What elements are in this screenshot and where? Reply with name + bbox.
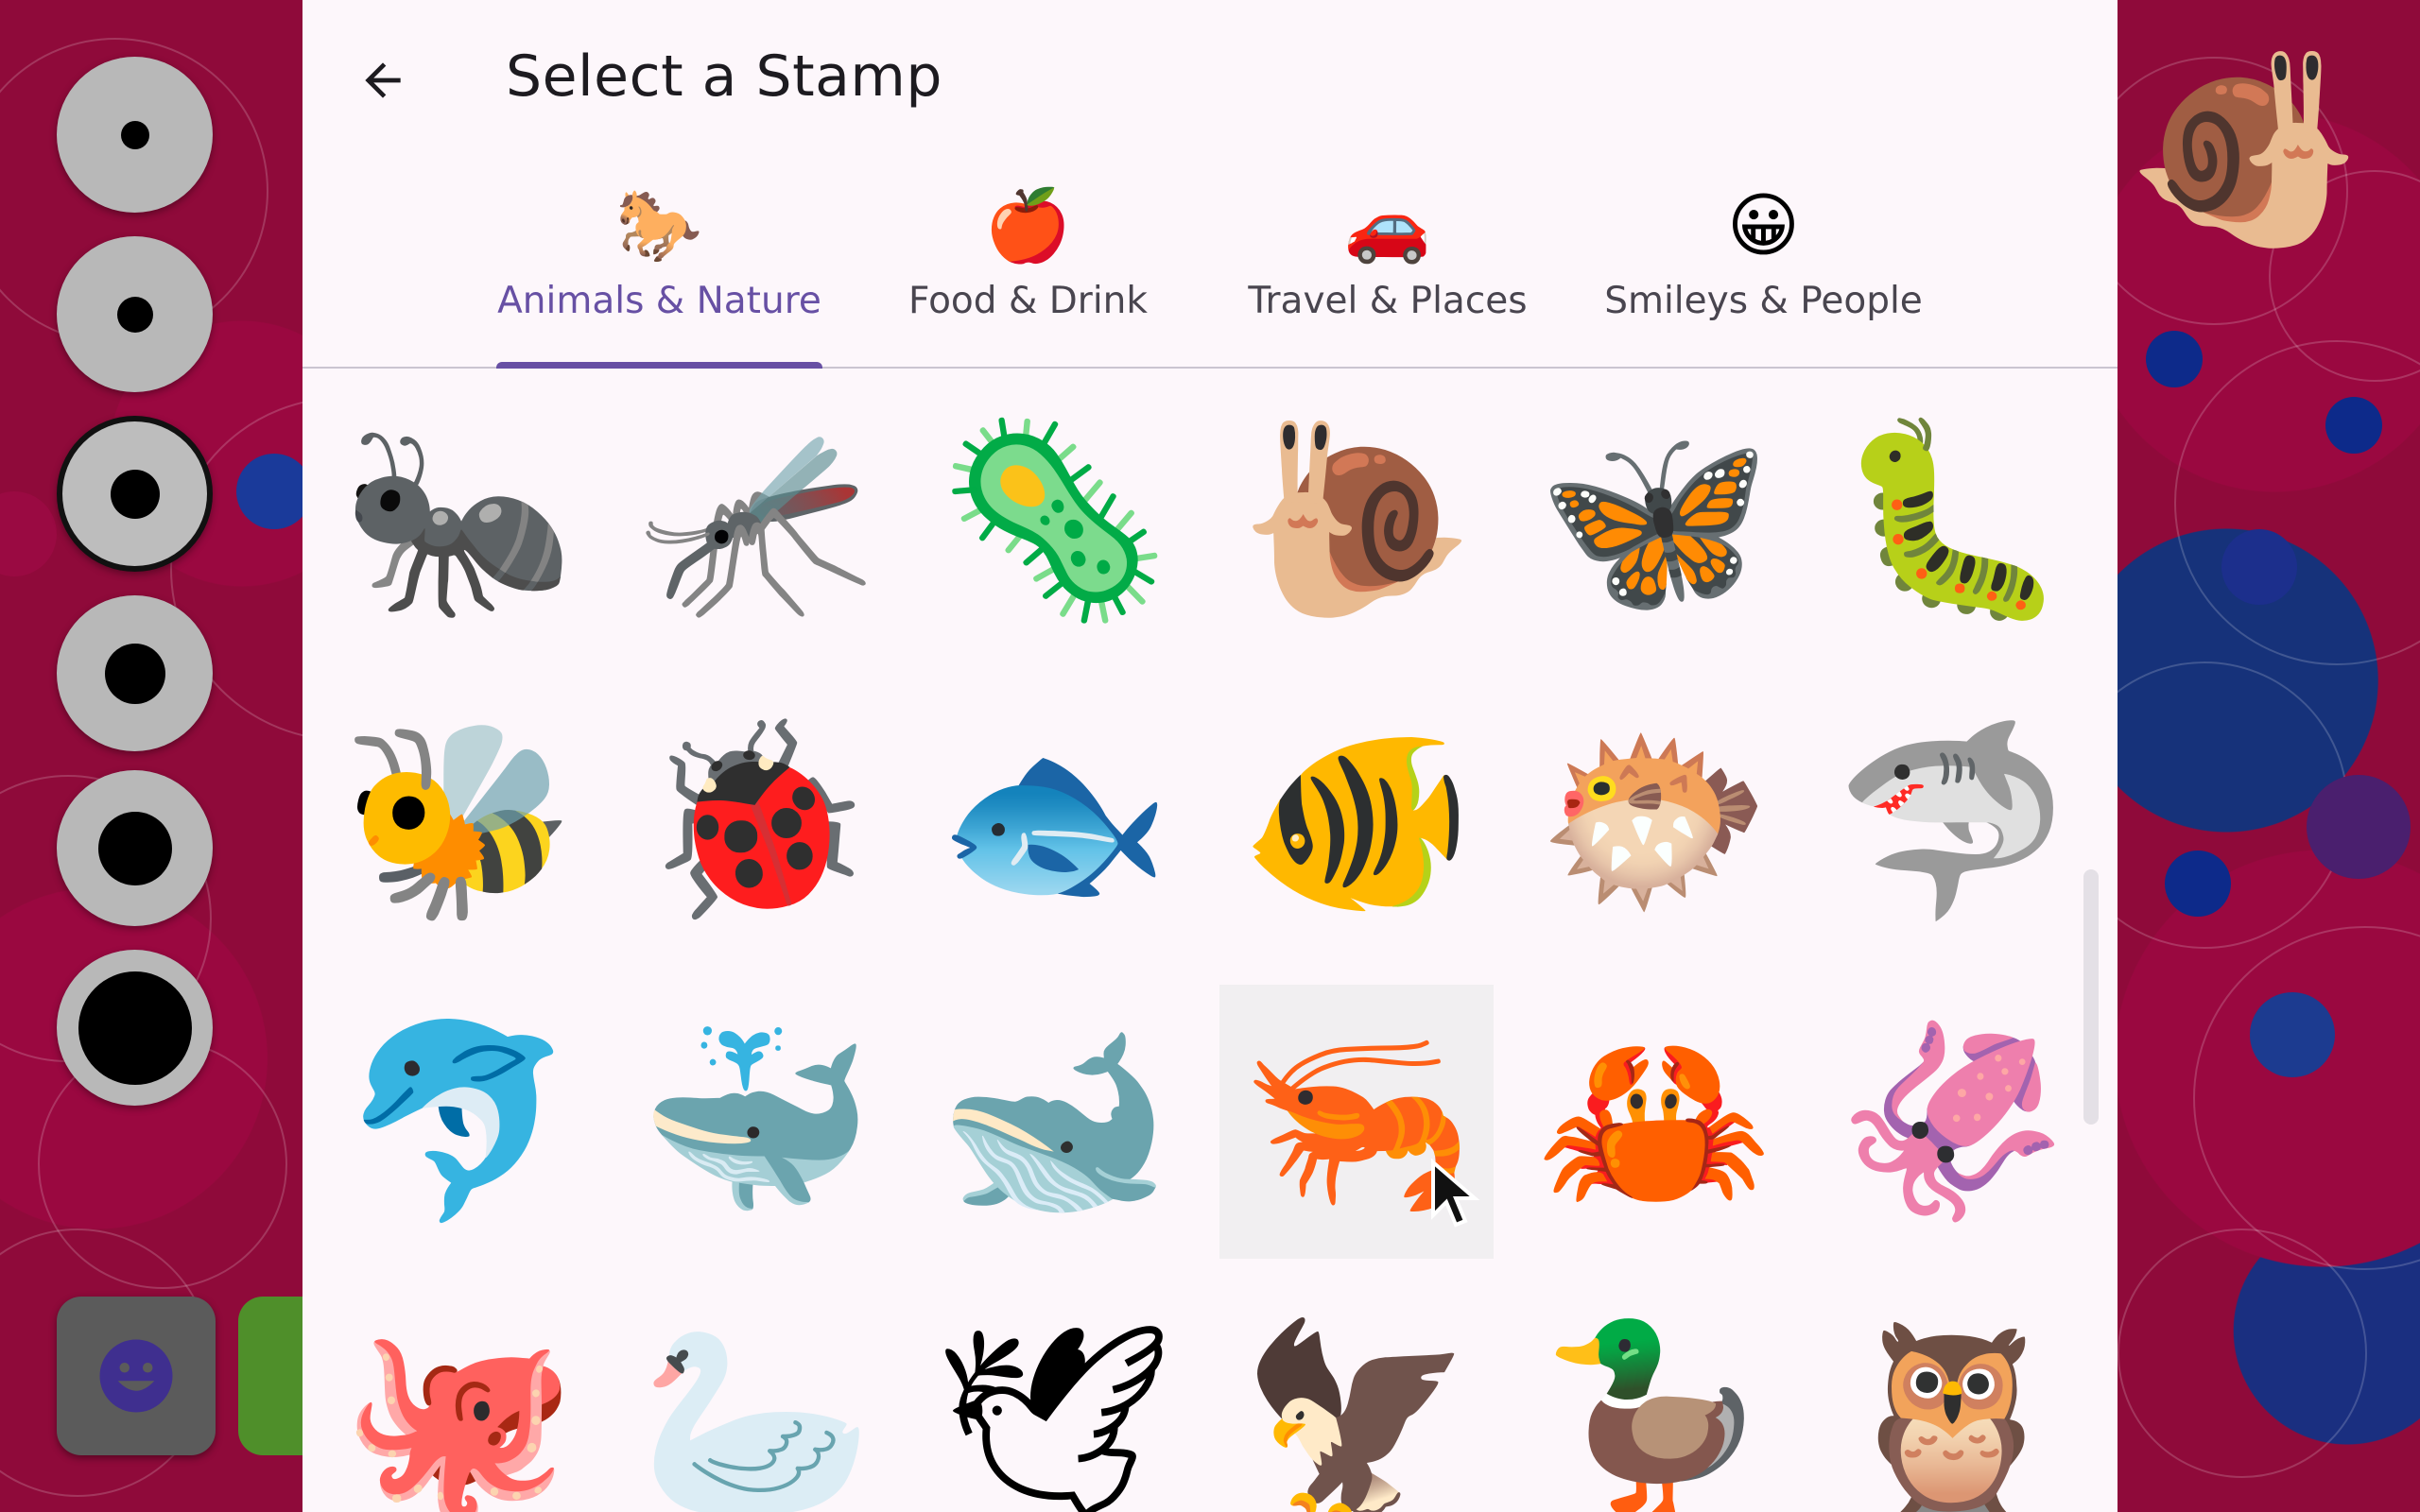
canvas-paint-blob <box>0 491 57 576</box>
stamp-honeybee[interactable]: 🐝 <box>321 684 596 958</box>
canvas-stroke-ring <box>2174 340 2420 665</box>
brush-dot-icon <box>97 811 172 885</box>
shark-icon: 🦈 <box>1834 711 2070 931</box>
brush-size-4-button[interactable] <box>57 595 213 751</box>
brush-dot-icon <box>78 971 192 1085</box>
canvas-paint-blob <box>2250 992 2335 1077</box>
tab-icon: 🐎 <box>615 185 703 266</box>
smiley-icon <box>99 1339 173 1413</box>
canvas-paint-blob <box>2165 850 2231 917</box>
stamp-squid[interactable]: 🦑 <box>1815 985 2089 1259</box>
microbe-icon: 🦠 <box>936 410 1172 630</box>
stamp-octopus[interactable]: 🐙 <box>321 1285 596 1512</box>
category-tabs: 🐎 Animals & Nature 🍎 Food & Drink 🚗 Travel & … <box>302 180 2118 369</box>
stamp-spouting-whale[interactable]: 🐳 <box>619 985 893 1259</box>
eagle-icon: 🦅 <box>1238 1312 1475 1512</box>
brush-dot-icon <box>110 469 160 519</box>
canvas-paint-blob <box>236 454 312 529</box>
tab-smileys-people[interactable]: 😀 Smileys & People <box>1600 180 1927 367</box>
stamp-tool-button[interactable] <box>57 1297 216 1455</box>
tab-label: Smileys & People <box>1604 280 1923 322</box>
canvas-stroke-ring <box>2193 926 2420 1270</box>
stamp-shrimp[interactable]: 🦐 <box>1219 985 1494 1259</box>
tab-icon: 🍎 <box>984 185 1072 266</box>
brush-dot-icon <box>120 120 149 149</box>
ant-icon: 🐜 <box>340 410 577 630</box>
stamp-duck[interactable]: 🦆 <box>1517 1285 1791 1512</box>
dove-icon: 🕊 <box>934 1312 1174 1512</box>
stamp-ant[interactable]: 🐜 <box>321 384 596 658</box>
squid-icon: 🦑 <box>1834 1011 2070 1231</box>
canvas-stroke-ring <box>2118 1228 2367 1478</box>
octopus-icon: 🐙 <box>340 1312 577 1512</box>
canvas-paint-blob <box>2307 775 2411 879</box>
stamp-dove[interactable]: 🕊 <box>917 1285 1191 1512</box>
tab-icon: 😀 <box>1726 185 1801 266</box>
stamp-dolphin[interactable]: 🐬 <box>321 985 596 1259</box>
back-button[interactable] <box>340 38 425 123</box>
lady-beetle-icon: 🐞 <box>638 711 874 931</box>
mosquito-icon: 🦟 <box>638 410 874 630</box>
stamp-grid[interactable]: 🐜 🦟 🦠 🐌 🦋 🐛 🐝 🐞 🐟 🐠 🐡 🦈 🐬 🐳 🐋 🦐 🦀 🦑 🐙 🦢 🕊 🦅 🦆 🦉 <box>302 369 2118 1512</box>
brush-size-6-button[interactable] <box>57 950 213 1106</box>
stamp-eagle[interactable]: 🦅 <box>1219 1285 1494 1512</box>
tab-label: Food & Drink <box>908 280 1148 322</box>
stamp-crab[interactable]: 🦀 <box>1517 985 1791 1259</box>
active-tab-indicator <box>496 362 822 369</box>
swan-icon: 🦢 <box>638 1312 874 1512</box>
canvas-paint-blob <box>2146 331 2203 387</box>
snail-icon: 🐌 <box>1238 410 1475 630</box>
stamp-blowfish[interactable]: 🐡 <box>1517 684 1791 958</box>
canvas-paint-blob <box>2221 529 2297 605</box>
tab-food-drink[interactable]: 🍎 Food & Drink <box>908 180 1149 367</box>
whale-icon: 🐋 <box>936 1011 1172 1231</box>
arrow-back-icon <box>365 62 401 98</box>
dolphin-icon: 🐬 <box>340 1011 577 1231</box>
canvas-snail-stamp: 🐌 <box>2127 41 2363 261</box>
tab-travel-places[interactable]: 🚗 Travel & Places <box>1248 180 1528 367</box>
stamp-mosquito[interactable]: 🦟 <box>619 384 893 658</box>
tab-label: Travel & Places <box>1248 280 1528 322</box>
stamp-bug[interactable]: 🐛 <box>1815 384 2089 658</box>
honeybee-icon: 🐝 <box>340 711 577 931</box>
brush-size-5-button[interactable] <box>57 770 213 926</box>
stamp-tropical-fish[interactable]: 🐠 <box>1219 684 1494 958</box>
tropical-fish-icon: 🐠 <box>1238 711 1475 931</box>
stamp-whale[interactable]: 🐋 <box>917 985 1191 1259</box>
duck-icon: 🦆 <box>1536 1312 1772 1512</box>
stamp-picker-dialog: Select a Stamp 🐎 Animals & Nature 🍎 Food & … <box>302 0 2118 1512</box>
fish-icon: 🐟 <box>936 711 1172 931</box>
stamp-lady-beetle[interactable]: 🐞 <box>619 684 893 958</box>
butterfly-icon: 🦋 <box>1536 410 1772 630</box>
bug-icon: 🐛 <box>1834 410 2070 630</box>
tab-label: Animals & Nature <box>497 280 821 322</box>
stamp-fish[interactable]: 🐟 <box>917 684 1191 958</box>
tab-animals-nature[interactable]: 🐎 Animals & Nature <box>496 180 822 369</box>
canvas-paint-blob <box>2325 397 2382 454</box>
shrimp-icon: 🦐 <box>1238 1011 1475 1231</box>
brush-dot-icon <box>116 296 153 333</box>
dialog-title: Select a Stamp <box>506 43 942 110</box>
stamp-snail[interactable]: 🐌 <box>1219 384 1494 658</box>
owl-icon: 🦉 <box>1834 1312 2070 1512</box>
brush-size-1-button[interactable] <box>57 57 213 213</box>
tab-icon: 🚗 <box>1343 185 1432 266</box>
spouting-whale-icon: 🐳 <box>638 1011 874 1231</box>
stamp-microbe[interactable]: 🦠 <box>917 384 1191 658</box>
blowfish-icon: 🐡 <box>1536 711 1772 931</box>
stamp-owl[interactable]: 🦉 <box>1815 1285 2089 1512</box>
stamp-shark[interactable]: 🦈 <box>1815 684 2089 958</box>
stamp-butterfly[interactable]: 🦋 <box>1517 384 1791 658</box>
stamp-swan[interactable]: 🦢 <box>619 1285 893 1512</box>
dialog-top-bar: Select a Stamp <box>302 0 2118 161</box>
brush-dot-icon <box>104 643 165 704</box>
brush-size-2-button[interactable] <box>57 236 213 392</box>
brush-size-3-button[interactable] <box>57 416 213 572</box>
crab-icon: 🦀 <box>1536 1011 1772 1231</box>
